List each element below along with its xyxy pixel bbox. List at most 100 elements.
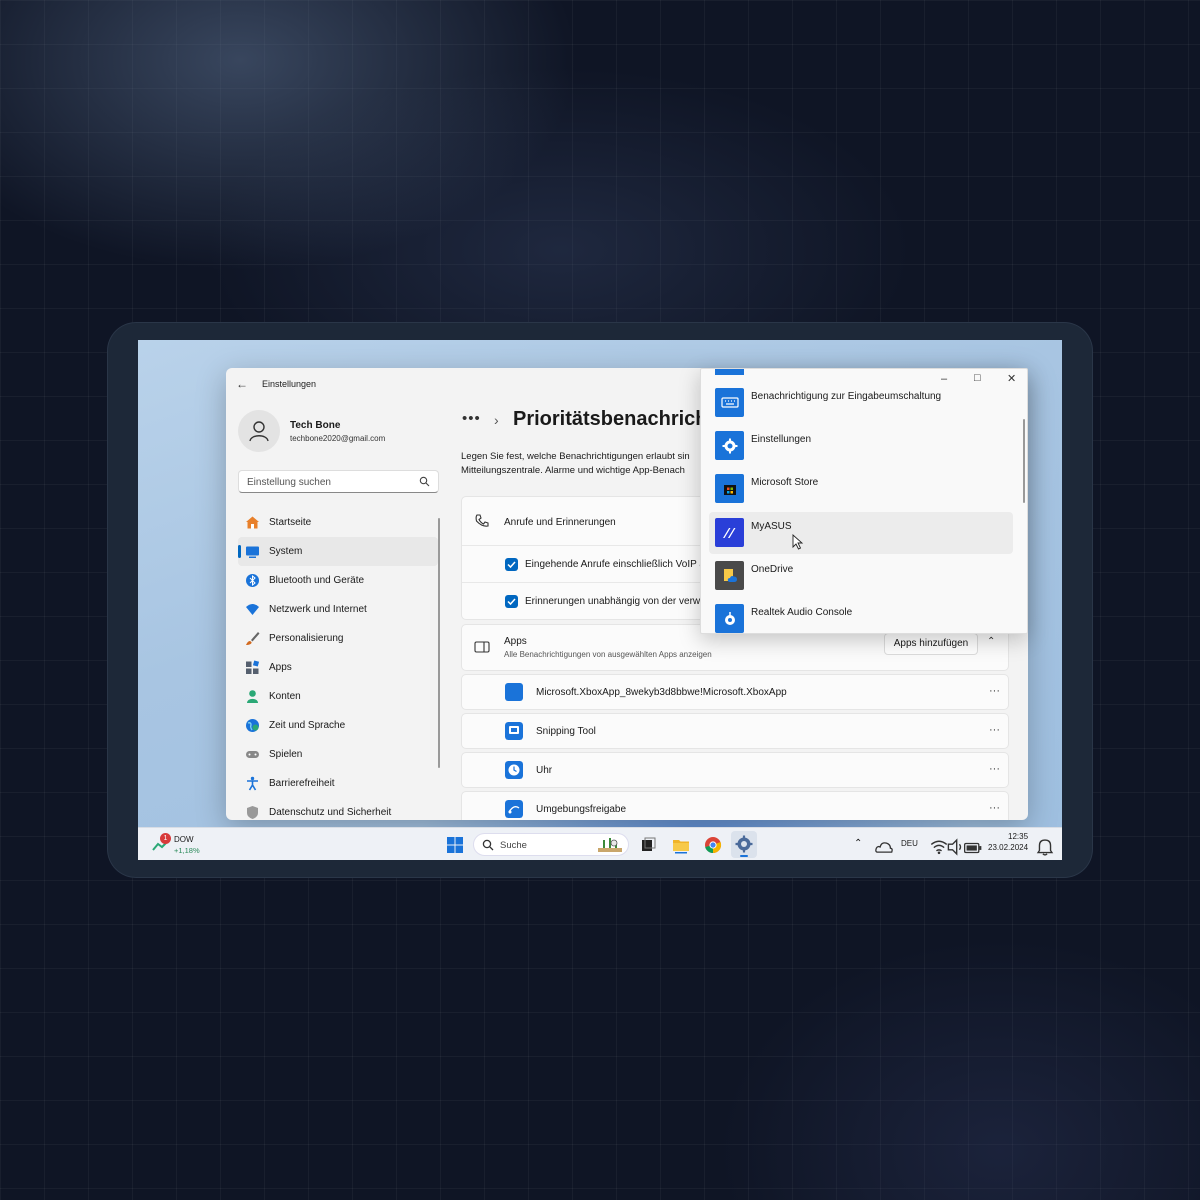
window-title: Einstellungen [262, 379, 317, 389]
chevron-up-icon[interactable]: ⌃ [854, 838, 862, 849]
apps-subtitle: Alle Benachrichtigungen von ausgewählten… [504, 650, 712, 659]
shield-icon [247, 806, 258, 819]
popup-app-item[interactable]: MyASUS [709, 512, 1013, 554]
nearby-share-icon [505, 800, 523, 818]
sidebar-item-personalisierung[interactable]: Personalisierung [238, 624, 438, 653]
stock-name: DOW [174, 835, 194, 844]
notification-bell-icon[interactable] [1036, 838, 1054, 856]
sidebar-item-label: Datenschutz und Sicherheit [269, 807, 392, 818]
popup-app-label: OneDrive [751, 564, 794, 575]
clock-time[interactable]: 12:35 [1008, 832, 1028, 841]
sidebar-item-zeit-sprache[interactable]: Zeit und Sprache [238, 711, 438, 740]
app-row: Microsoft.XboxApp_8wekyb3d8bbwe!Microsof… [461, 674, 1009, 710]
sidebar-item-datenschutz[interactable]: Datenschutz und Sicherheit [238, 798, 438, 820]
system-icon [246, 546, 259, 558]
reminders-checkbox[interactable] [505, 595, 518, 608]
app-row-label: Snipping Tool [536, 726, 596, 737]
sidebar-item-startseite[interactable]: Startseite [238, 508, 438, 537]
checkmark-icon [507, 561, 516, 569]
search-icon [482, 839, 494, 851]
myasus-icon [715, 518, 744, 547]
sidebar-item-bluetooth[interactable]: Bluetooth und Geräte [238, 566, 438, 595]
popup-app-item[interactable]: OneDrive [709, 555, 1013, 597]
add-apps-button[interactable]: Apps hinzufügen [884, 633, 978, 655]
app-row-label: Umgebungsfreigabe [536, 804, 627, 815]
sidebar-item-spielen[interactable]: Spielen [238, 740, 438, 769]
profile-name: Tech Bone [290, 420, 341, 431]
sidebar-item-barrierefreiheit[interactable]: Barrierefreiheit [238, 769, 438, 798]
chrome-icon[interactable] [704, 836, 722, 854]
sidebar-item-netzwerk[interactable]: Netzwerk und Internet [238, 595, 438, 624]
sidebar-item-label: Personalisierung [269, 633, 344, 644]
apps-title: Apps [504, 636, 527, 647]
gear-icon [735, 835, 753, 853]
taskbar-search[interactable]: Suche [473, 833, 629, 856]
task-view-icon[interactable] [639, 836, 657, 854]
sidebar-nav: Startseite System Bluetooth und Geräte N… [238, 508, 438, 820]
sidebar-scrollbar[interactable] [438, 518, 440, 768]
stock-widget[interactable]: 1 DOW +1,18% [150, 833, 220, 857]
reminders-label: Erinnerungen unabhängig von der verw [525, 596, 701, 607]
brush-icon [246, 632, 260, 645]
active-app-indicator [740, 855, 748, 857]
partial-app-icon [715, 369, 744, 375]
page-title: Prioritätsbenachrich [513, 408, 708, 430]
more-options-button[interactable]: ··· [989, 724, 1000, 736]
onedrive-tray-icon[interactable] [875, 838, 893, 856]
xbox-app-icon [505, 683, 523, 701]
breadcrumb-overflow-button[interactable]: ••• [462, 410, 481, 427]
popup-app-item[interactable]: Realtek Audio Console [709, 598, 1013, 633]
back-arrow-icon[interactable]: ← [236, 377, 248, 391]
popup-scrollbar[interactable] [1023, 419, 1025, 503]
file-explorer-icon[interactable] [672, 836, 690, 854]
sidebar-item-label: System [269, 546, 303, 557]
wifi-icon[interactable] [930, 838, 948, 856]
popup-app-label: Benachrichtigung zur Eingabeumschaltung [751, 391, 942, 402]
page-description: Legen Sie fest, welche Benachrichtigunge… [461, 450, 711, 478]
chevron-up-icon[interactable]: ⌃ [987, 636, 995, 647]
popup-app-item[interactable]: Benachrichtigung zur Eingabeumschaltung [709, 382, 1013, 424]
sidebar-item-label: Konten [269, 691, 301, 702]
windows-start-icon[interactable] [446, 836, 464, 854]
search-placeholder: Einstellung suchen [247, 477, 331, 488]
checkmark-icon [507, 598, 516, 606]
input-language[interactable]: DEU [901, 839, 918, 848]
more-options-button[interactable]: ··· [989, 802, 1000, 814]
battery-icon[interactable] [964, 839, 982, 857]
realtek-icon [715, 604, 744, 633]
sidebar-item-system[interactable]: System [238, 537, 438, 566]
sidebar-item-apps[interactable]: Apps [238, 653, 438, 682]
app-row-label: Microsoft.XboxApp_8wekyb3d8bbwe!Microsof… [536, 687, 787, 698]
sidebar-item-label: Zeit und Sprache [269, 720, 346, 731]
popup-app-item[interactable]: Microsoft Store [709, 468, 1013, 510]
more-options-button[interactable]: ··· [989, 763, 1000, 775]
chevron-right-icon: › [494, 412, 499, 428]
popup-app-label: MyASUS [751, 521, 792, 532]
mouse-cursor-icon [792, 534, 804, 550]
more-options-button[interactable]: ··· [989, 685, 1000, 697]
popup-app-label: Microsoft Store [751, 477, 819, 488]
settings-search-input[interactable]: Einstellung suchen [238, 470, 439, 493]
incoming-calls-checkbox[interactable] [505, 558, 518, 571]
sidebar-item-label: Startseite [269, 517, 312, 528]
profile-email: techbone2020@gmail.com [290, 434, 386, 443]
sidebar-item-label: Apps [269, 662, 292, 673]
app-row: Snipping Tool ··· [461, 713, 1009, 749]
sidebar-item-label: Netzwerk und Internet [269, 604, 367, 615]
volume-icon[interactable] [947, 838, 965, 856]
popup-app-item[interactable]: Einstellungen [709, 425, 1013, 467]
popup-app-label: Realtek Audio Console [751, 607, 853, 618]
calls-title: Anrufe und Erinnerungen [504, 517, 616, 528]
sidebar-item-label: Barrierefreiheit [269, 778, 335, 789]
accessibility-icon [247, 776, 258, 791]
sidebar-item-konten[interactable]: Konten [238, 682, 438, 711]
snipping-tool-icon [505, 722, 523, 740]
person-icon [247, 690, 258, 703]
home-icon [246, 516, 259, 529]
settings-taskbar-button[interactable] [731, 831, 757, 858]
search-highlight-icon [598, 838, 622, 852]
clock-date[interactable]: 23.02.2024 [988, 843, 1028, 852]
gamepad-icon [246, 751, 259, 758]
app-row: Uhr ··· [461, 752, 1009, 788]
sidebar-item-label: Spielen [269, 749, 303, 760]
